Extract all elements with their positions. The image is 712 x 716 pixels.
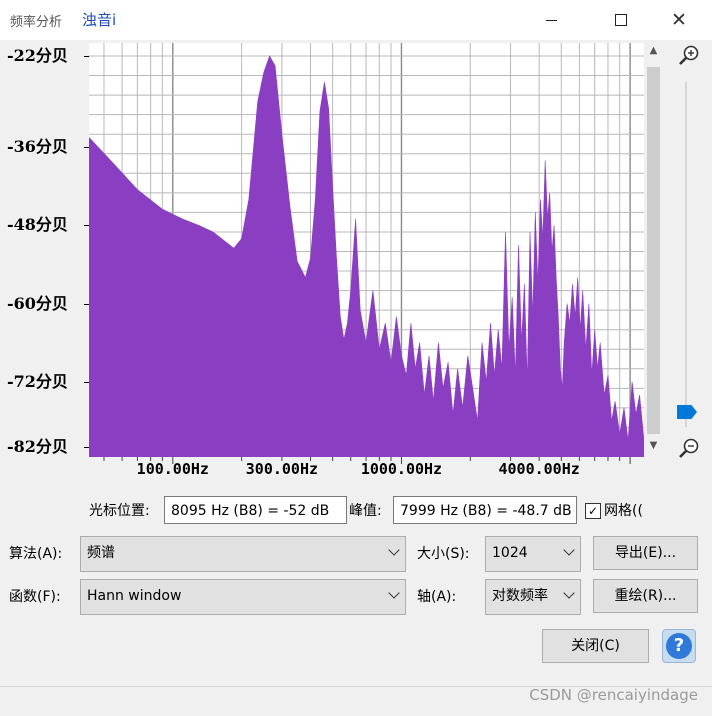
zoom-slider-thumb[interactable] xyxy=(677,405,697,419)
scroll-down-arrow-icon[interactable]: ▼ xyxy=(645,440,662,451)
minimize-icon xyxy=(545,19,557,21)
close-icon: ✕ xyxy=(671,8,687,31)
y-tick-label: -22分贝 xyxy=(7,46,68,65)
algorithm-select[interactable]: 频谱 xyxy=(80,536,406,572)
size-select[interactable]: 1024 xyxy=(485,536,581,572)
close-button[interactable]: 关闭(C) xyxy=(542,629,649,663)
x-tick-label: 4000.00Hz xyxy=(498,460,580,478)
grid-checkbox[interactable]: ✓ xyxy=(585,503,601,519)
export-button[interactable]: 导出(E)... xyxy=(593,536,698,570)
function-select[interactable]: Hann window xyxy=(80,579,406,615)
scroll-up-arrow-icon[interactable]: ▲ xyxy=(645,45,662,56)
size-select-value: 1024 xyxy=(492,545,528,561)
spectrum-plot[interactable] xyxy=(89,43,644,457)
grid-checkbox-label[interactable]: 网格(( xyxy=(604,498,646,524)
x-tick-label: 100.00Hz xyxy=(136,460,209,478)
size-label: 大小(S): xyxy=(417,546,470,562)
y-tick-label: -82分贝 xyxy=(7,437,68,456)
chevron-down-icon xyxy=(563,587,575,599)
chevron-down-icon xyxy=(388,587,400,599)
function-label: 函数(F): xyxy=(9,589,61,605)
peak-readout: 7999 Hz (B8) = -48.7 dB xyxy=(393,496,577,524)
chevron-down-icon xyxy=(388,544,400,556)
y-tick-label: -48分贝 xyxy=(7,215,68,235)
zoom-in-icon[interactable] xyxy=(678,44,700,66)
help-button[interactable]: ? xyxy=(662,629,696,663)
y-tick-label: -60分贝 xyxy=(7,293,68,313)
cursor-position-readout: 8095 Hz (B8) = -52 dB xyxy=(164,496,347,524)
replot-button[interactable]: 重绘(R)... xyxy=(593,579,698,613)
minimize-button[interactable] xyxy=(528,0,574,40)
close-window-button[interactable]: ✕ xyxy=(656,0,702,40)
maximize-icon xyxy=(615,14,627,26)
y-tick-label: -36分贝 xyxy=(7,137,68,157)
axis-label: 轴(A): xyxy=(417,589,457,605)
app-title: 频率分析 xyxy=(10,15,63,30)
chevron-down-icon xyxy=(563,544,575,556)
peak-label: 峰值: xyxy=(349,503,382,519)
zoom-slider-track[interactable] xyxy=(685,82,687,427)
document-title: 浊音i xyxy=(82,11,117,29)
zoom-out-icon[interactable] xyxy=(678,437,700,459)
scrollbar-thumb[interactable] xyxy=(647,67,660,434)
algorithm-label: 算法(A): xyxy=(9,546,63,562)
algorithm-select-value: 频谱 xyxy=(87,545,115,561)
y-tick-label: -72分贝 xyxy=(7,371,68,391)
function-select-value: Hann window xyxy=(87,588,182,604)
maximize-button[interactable] xyxy=(598,0,644,40)
vertical-scrollbar[interactable]: ▲ ▼ xyxy=(645,43,662,457)
help-icon: ? xyxy=(666,633,692,659)
watermark: CSDN @rencaiyindage xyxy=(529,686,698,704)
x-tick-label: 300.00Hz xyxy=(245,460,319,478)
x-tick-label: 1000.00Hz xyxy=(360,460,443,478)
cursor-position-label: 光标位置: xyxy=(89,503,150,519)
title-bar: 频率分析 浊音i ✕ xyxy=(0,0,712,40)
checkmark-icon: ✓ xyxy=(587,504,599,518)
axis-select[interactable]: 对数频率 xyxy=(485,579,581,615)
x-axis: 100.00Hz 300.00Hz 1000.00Hz 4000.00Hz xyxy=(89,457,644,483)
spectrum-svg xyxy=(89,43,644,457)
axis-select-value: 对数频率 xyxy=(492,588,548,604)
